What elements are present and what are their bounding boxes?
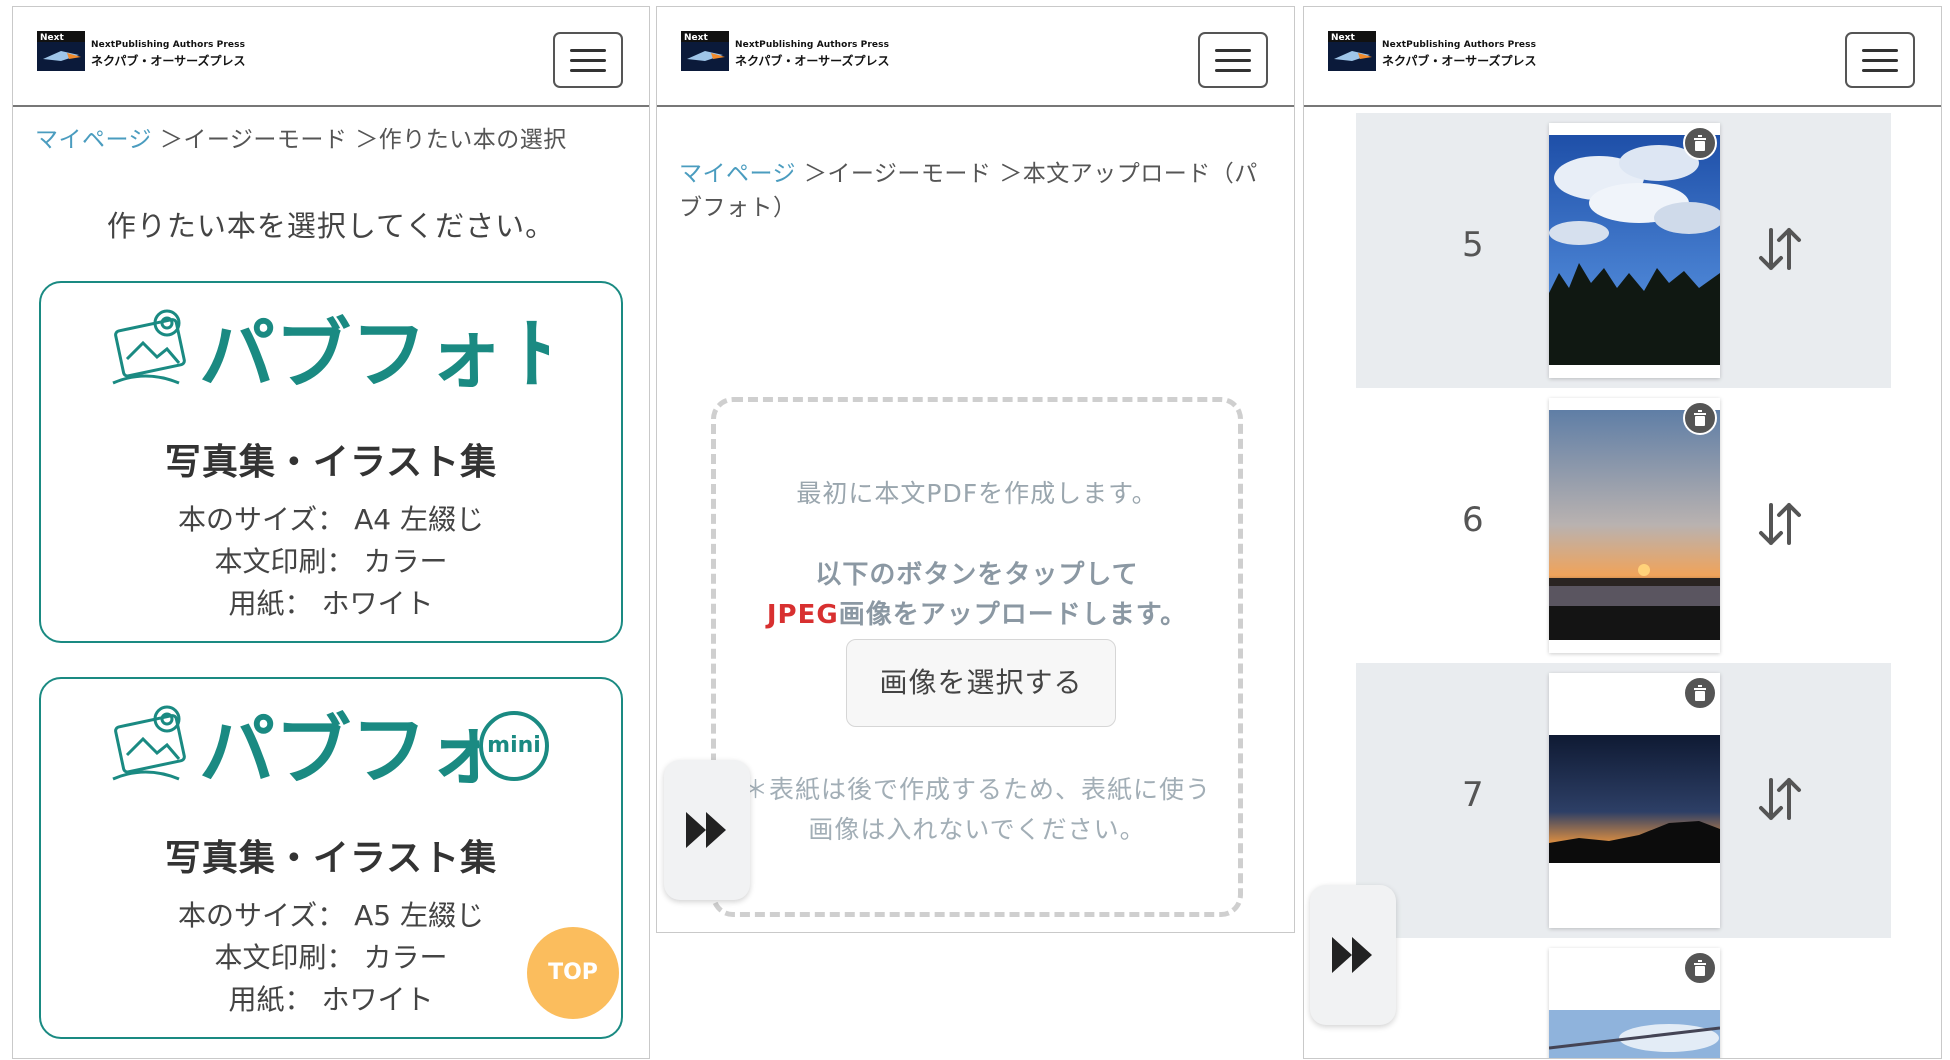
photo-sunset-river (1549, 410, 1720, 640)
delete-image-button[interactable] (1683, 401, 1717, 435)
instruction-line: 以下のボタンをタップして (815, 560, 1139, 590)
site-header: Next NextPublishing Authors Press ネクパブ・オ… (13, 7, 649, 107)
menu-bar-icon (1862, 49, 1898, 52)
image-thumbnail[interactable] (1549, 948, 1720, 1058)
trash-icon (1694, 685, 1706, 701)
menu-bar-icon (570, 59, 606, 62)
trash-icon (1694, 410, 1706, 426)
brand-english: NextPublishing Authors Press (91, 40, 246, 50)
photo-dusk-horizon (1549, 735, 1720, 863)
instruction-line-jpeg: JPEG画像をアップロードします。 (716, 594, 1238, 631)
pubphoto-logo-text: パブフォト (199, 310, 549, 395)
image-order-screen: Next NextPublishing Authors Press ネクパブ・オ… (1303, 6, 1942, 1059)
menu-bar-icon (570, 49, 606, 52)
fast-forward-icon (686, 812, 726, 848)
image-thumbnail[interactable] (1549, 673, 1720, 928)
card-print: 本文印刷： カラー (214, 545, 448, 578)
sort-arrows-icon[interactable] (1758, 501, 1802, 547)
image-row[interactable]: 7 (1356, 663, 1891, 938)
svg-text:Next: Next (1331, 33, 1355, 43)
menu-bar-icon (1862, 69, 1898, 72)
image-thumbnail[interactable] (1549, 398, 1720, 653)
upload-screen: Next NextPublishing Authors Press ネクパブ・オ… (656, 6, 1295, 933)
hamburger-menu-button[interactable] (1845, 32, 1915, 88)
delete-image-button[interactable] (1683, 126, 1717, 160)
card-paper: 用紙： ホワイト (228, 587, 434, 620)
brand-english: NextPublishing Authors Press (1382, 40, 1537, 50)
mini-badge: mini (479, 711, 549, 781)
fast-forward-icon (1332, 937, 1372, 973)
fast-forward-button[interactable] (664, 760, 750, 900)
brand-name: NextPublishing Authors Press ネクパブ・オーサーズプ… (1382, 40, 1537, 69)
fast-forward-button[interactable] (1310, 885, 1396, 1025)
site-header: Next NextPublishing Authors Press ネクパブ・オ… (657, 7, 1294, 107)
next-logo[interactable]: Next (681, 31, 729, 79)
menu-bar-icon (1215, 49, 1251, 52)
menu-bar-icon (570, 69, 606, 72)
hamburger-menu-button[interactable] (1198, 32, 1268, 88)
next-logo[interactable]: Next (37, 31, 85, 79)
instruction-rest: 画像をアップロードします。 (838, 600, 1188, 630)
book-card-pubphoto-a4[interactable]: パブフォト 写真集・イラスト集 本のサイズ： A4 左綴じ 本文印刷： カラー … (39, 281, 623, 643)
photo-sky-clouds (1549, 135, 1720, 365)
pubphoto-logo: パブフォト (112, 309, 549, 395)
card-title: 写真集・イラスト集 (164, 442, 498, 483)
brand-name: NextPublishing Authors Press ネクパブ・オーサーズプ… (91, 40, 246, 69)
next-logo[interactable]: Next (1328, 31, 1376, 79)
sort-arrows-icon[interactable] (1758, 776, 1802, 822)
brand-japanese: ネクパブ・オーサーズプレス (91, 54, 246, 68)
brand-japanese: ネクパブ・オーサーズプレス (735, 54, 890, 68)
pubphoto-mini-logo: パブフォト (112, 705, 479, 791)
select-image-button[interactable]: 画像を選択する (846, 639, 1116, 727)
breadcrumb-mypage-link[interactable]: マイページ (35, 127, 152, 153)
card-size: 本のサイズ： A4 左綴じ (178, 503, 484, 536)
trash-icon (1694, 135, 1706, 151)
menu-bar-icon (1862, 59, 1898, 62)
page-heading: 作りたい本を選択してください。 (106, 209, 556, 243)
pubphoto-mini-logo-text: パブフォト (199, 706, 479, 791)
brand-name: NextPublishing Authors Press ネクパブ・オーサーズプ… (735, 40, 890, 69)
hamburger-menu-button[interactable] (553, 32, 623, 88)
card-size: 本のサイズ： A5 左綴じ (178, 899, 484, 932)
site-header: Next NextPublishing Authors Press ネクパブ・オ… (1304, 7, 1941, 107)
upload-dropzone[interactable]: 最初に本文PDFを作成します。 以下のボタンをタップして JPEG画像をアップロ… (711, 397, 1243, 917)
svg-text:Next: Next (684, 33, 708, 43)
brand-japanese: ネクパブ・オーサーズプレス (1382, 54, 1537, 68)
book-select-screen: Next NextPublishing Authors Press ネクパブ・オ… (12, 6, 650, 1059)
svg-text:Next: Next (40, 33, 64, 43)
cover-note: ＊表紙は後で作成するため、表紙に使う画像は入れないでください。 (742, 775, 1211, 844)
breadcrumb: マイページ ＞イージーモード ＞本文アップロード（パブフォト） (679, 157, 1269, 225)
brand-english: NextPublishing Authors Press (735, 40, 890, 50)
breadcrumb-rest: ＞イージーモード ＞作りたい本の選択 (152, 127, 567, 153)
delete-image-button[interactable] (1683, 676, 1717, 710)
image-row-partial[interactable] (1356, 938, 1891, 1058)
image-row[interactable]: 5 (1356, 113, 1891, 388)
image-index: 7 (1462, 775, 1484, 815)
intro-text: 最初に本文PDFを作成します。 (796, 479, 1158, 508)
image-thumbnail[interactable] (1549, 123, 1720, 378)
jpeg-highlight: JPEG (766, 600, 839, 630)
image-row[interactable]: 6 (1356, 388, 1891, 663)
sort-arrows-icon[interactable] (1758, 226, 1802, 272)
card-title: 写真集・イラスト集 (164, 838, 498, 879)
image-index: 6 (1462, 500, 1484, 540)
breadcrumb: マイページ ＞イージーモード ＞作りたい本の選択 (35, 123, 567, 157)
menu-bar-icon (1215, 59, 1251, 62)
breadcrumb-mypage-link[interactable]: マイページ (679, 161, 796, 187)
delete-image-button[interactable] (1683, 951, 1717, 985)
menu-bar-icon (1215, 69, 1251, 72)
image-index: 5 (1462, 225, 1484, 265)
trash-icon (1694, 960, 1706, 976)
scroll-top-button[interactable]: TOP (527, 927, 619, 1019)
